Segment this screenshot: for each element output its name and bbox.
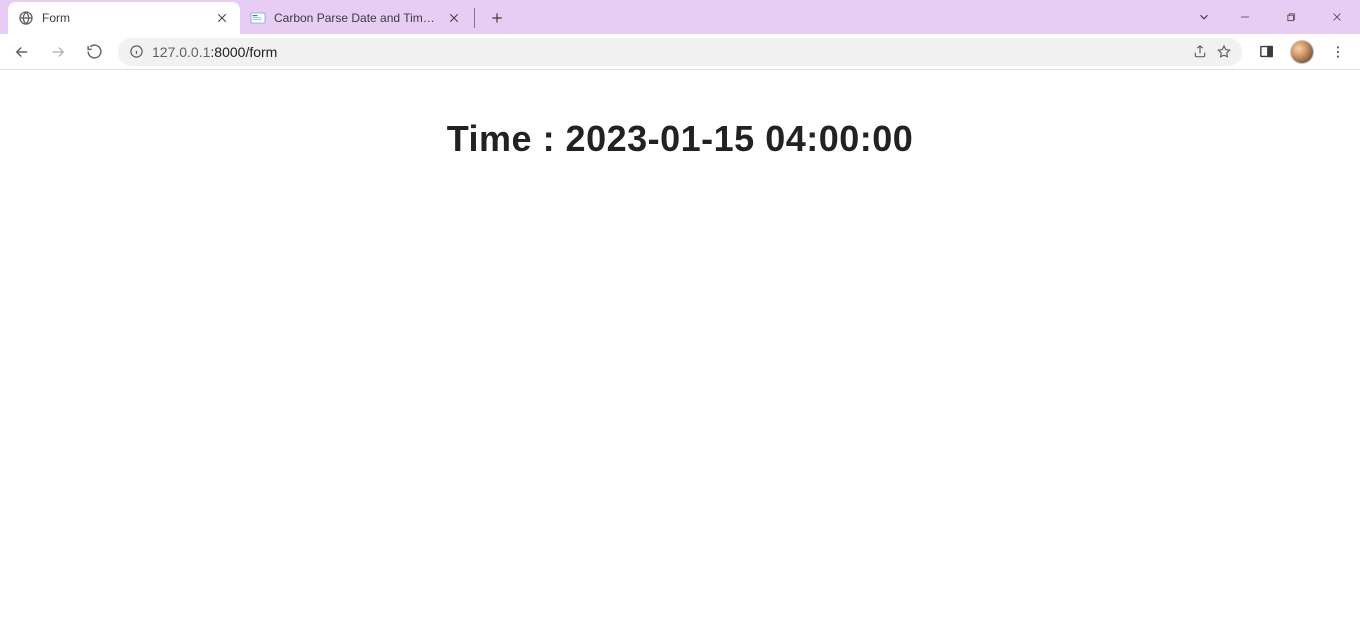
toolbar: 127.0.0.1:8000/form — [0, 34, 1360, 70]
profile-button[interactable] — [1286, 36, 1318, 68]
menu-button[interactable] — [1322, 36, 1354, 68]
window-controls — [1186, 0, 1360, 34]
close-icon[interactable] — [446, 10, 462, 26]
info-icon[interactable] — [128, 44, 144, 60]
tab-form[interactable]: Form — [8, 2, 240, 34]
back-button[interactable] — [6, 36, 38, 68]
close-icon[interactable] — [214, 10, 230, 26]
url-host: 127.0.0.1 — [152, 44, 210, 60]
page-content: Time : 2023-01-15 04:00:00 — [0, 118, 1360, 641]
url-path: /form — [245, 44, 277, 60]
search-tabs-button[interactable] — [1186, 0, 1222, 34]
url-port: :8000 — [210, 44, 245, 60]
bookmark-icon[interactable] — [1216, 44, 1232, 60]
url-text: 127.0.0.1:8000/form — [152, 44, 277, 60]
forward-button[interactable] — [42, 36, 74, 68]
side-panel-button[interactable] — [1250, 36, 1282, 68]
globe-icon — [18, 10, 34, 26]
address-bar[interactable]: 127.0.0.1:8000/form — [118, 38, 1242, 66]
titlebar: Form Carbon Parse Date and Time In L — [0, 0, 1360, 34]
tab-strip: Form Carbon Parse Date and Time In L — [0, 0, 511, 34]
avatar — [1290, 40, 1314, 64]
reload-button[interactable] — [78, 36, 110, 68]
tab-title: Form — [42, 11, 206, 25]
close-window-button[interactable] — [1314, 0, 1360, 34]
tab-carbon-parse[interactable]: Carbon Parse Date and Time In L — [240, 2, 472, 34]
site-icon — [250, 10, 266, 26]
tab-title: Carbon Parse Date and Time In L — [274, 11, 438, 25]
share-icon[interactable] — [1192, 44, 1208, 60]
tab-separator — [474, 8, 475, 28]
minimize-button[interactable] — [1222, 0, 1268, 34]
page-headline: Time : 2023-01-15 04:00:00 — [0, 118, 1360, 160]
new-tab-button[interactable] — [483, 4, 511, 32]
maximize-button[interactable] — [1268, 0, 1314, 34]
